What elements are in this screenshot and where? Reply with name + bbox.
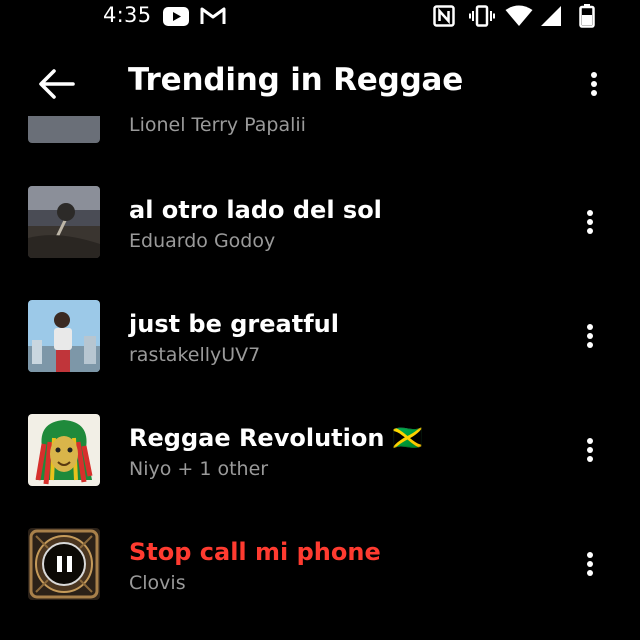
track-more-button[interactable] — [570, 314, 610, 358]
more-vert-icon — [587, 435, 593, 465]
track-item[interactable]: just be greatful rastakellyUV7 — [0, 300, 640, 392]
app-bar: Trending in Reggae — [0, 52, 640, 116]
track-artwork — [28, 528, 100, 600]
wifi-icon — [504, 4, 534, 28]
track-item[interactable]: al otro lado del sol Eduardo Godoy — [0, 186, 640, 278]
page-title: Trending in Reggae — [128, 62, 464, 98]
track-more-button[interactable] — [570, 428, 610, 472]
track-title: al otro lado del sol — [129, 196, 382, 224]
vibrate-icon — [468, 4, 496, 28]
back-button[interactable] — [32, 64, 80, 104]
list-item-partial[interactable]: Lionel Terry Papalii — [0, 116, 640, 146]
track-artwork — [28, 186, 100, 258]
pause-icon[interactable] — [42, 542, 86, 586]
track-item-playing[interactable]: Stop call mi phone Clovis — [0, 528, 640, 620]
status-time: 4:35 — [103, 3, 152, 27]
more-vert-icon — [587, 207, 593, 237]
track-artwork — [28, 300, 100, 372]
gmail-icon — [199, 4, 227, 28]
more-vert-icon — [587, 321, 593, 351]
track-artwork — [28, 414, 100, 486]
track-artist: Eduardo Godoy — [129, 230, 276, 252]
cell-signal-icon — [539, 4, 563, 28]
track-title: just be greatful — [129, 310, 339, 338]
arrow-left-icon — [39, 69, 75, 99]
status-bar: 4:35 — [0, 0, 640, 34]
nfc-icon — [432, 4, 456, 28]
more-vert-icon — [587, 549, 593, 579]
youtube-icon — [162, 4, 190, 28]
more-options-button[interactable] — [574, 62, 614, 106]
track-list: Lionel Terry Papalii al otro lado del so… — [0, 116, 640, 640]
track-item[interactable]: Reggae Revolution 🇯🇲 Niyo + 1 other — [0, 414, 640, 506]
track-artist: Lionel Terry Papalii — [129, 116, 306, 136]
track-title: Stop call mi phone — [129, 538, 381, 566]
track-artwork — [28, 116, 100, 143]
battery-icon — [578, 4, 596, 28]
track-title: Reggae Revolution 🇯🇲 — [129, 424, 423, 452]
track-artist: Clovis — [129, 572, 186, 594]
track-more-button[interactable] — [570, 200, 610, 244]
track-artist: rastakellyUV7 — [129, 344, 261, 366]
track-more-button[interactable] — [570, 542, 610, 586]
more-vert-icon — [591, 69, 597, 99]
track-artist: Niyo + 1 other — [129, 458, 269, 480]
